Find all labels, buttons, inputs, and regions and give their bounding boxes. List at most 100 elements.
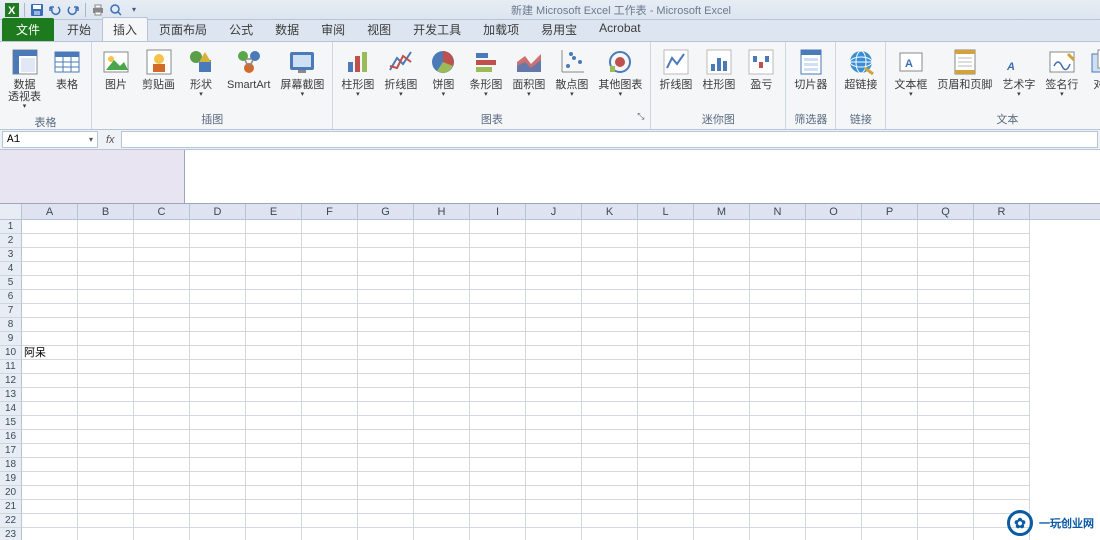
cell-O2[interactable] [806, 234, 862, 248]
cell-F17[interactable] [302, 444, 358, 458]
tab-公式[interactable]: 公式 [218, 17, 264, 41]
cell-D23[interactable] [190, 528, 246, 540]
cell-J4[interactable] [526, 262, 582, 276]
cell-L9[interactable] [638, 332, 694, 346]
tab-易用宝[interactable]: 易用宝 [530, 17, 588, 41]
cell-B14[interactable] [78, 402, 134, 416]
cell-G19[interactable] [358, 472, 414, 486]
cell-L3[interactable] [638, 248, 694, 262]
cell-B10[interactable] [78, 346, 134, 360]
cell-A11[interactable] [22, 360, 78, 374]
sparkline-line-button[interactable]: 折线图 [655, 44, 696, 93]
cell-C18[interactable] [134, 458, 190, 472]
column-header-K[interactable]: K [582, 204, 638, 219]
cell-L10[interactable] [638, 346, 694, 360]
cell-C12[interactable] [134, 374, 190, 388]
cell-G11[interactable] [358, 360, 414, 374]
cell-N20[interactable] [750, 486, 806, 500]
cell-E22[interactable] [246, 514, 302, 528]
cell-G13[interactable] [358, 388, 414, 402]
cell-R7[interactable] [974, 304, 1030, 318]
cell-N2[interactable] [750, 234, 806, 248]
cell-B5[interactable] [78, 276, 134, 290]
cell-R13[interactable] [974, 388, 1030, 402]
cell-A23[interactable] [22, 528, 78, 540]
cell-J9[interactable] [526, 332, 582, 346]
cell-O11[interactable] [806, 360, 862, 374]
cell-K23[interactable] [582, 528, 638, 540]
cell-D1[interactable] [190, 220, 246, 234]
row-header-12[interactable]: 12 [0, 374, 22, 388]
cell-E3[interactable] [246, 248, 302, 262]
cell-N6[interactable] [750, 290, 806, 304]
cell-J13[interactable] [526, 388, 582, 402]
cell-Q16[interactable] [918, 430, 974, 444]
cell-K22[interactable] [582, 514, 638, 528]
cell-N14[interactable] [750, 402, 806, 416]
cell-L19[interactable] [638, 472, 694, 486]
cell-I18[interactable] [470, 458, 526, 472]
cell-O14[interactable] [806, 402, 862, 416]
cell-A3[interactable] [22, 248, 78, 262]
pivot-table-dropdown-icon[interactable]: ▾ [23, 103, 27, 111]
cell-J15[interactable] [526, 416, 582, 430]
column-header-O[interactable]: O [806, 204, 862, 219]
tab-页面布局[interactable]: 页面布局 [148, 17, 218, 41]
cell-J7[interactable] [526, 304, 582, 318]
cell-K8[interactable] [582, 318, 638, 332]
row-header-11[interactable]: 11 [0, 360, 22, 374]
cell-M5[interactable] [694, 276, 750, 290]
cell-I4[interactable] [470, 262, 526, 276]
cell-L6[interactable] [638, 290, 694, 304]
cell-G8[interactable] [358, 318, 414, 332]
cell-I9[interactable] [470, 332, 526, 346]
cell-G16[interactable] [358, 430, 414, 444]
cell-R16[interactable] [974, 430, 1030, 444]
textbox-dropdown-icon[interactable]: ▾ [909, 91, 913, 99]
cell-A19[interactable] [22, 472, 78, 486]
cell-N8[interactable] [750, 318, 806, 332]
cell-G4[interactable] [358, 262, 414, 276]
cell-A21[interactable] [22, 500, 78, 514]
cell-M16[interactable] [694, 430, 750, 444]
cell-M14[interactable] [694, 402, 750, 416]
cell-J11[interactable] [526, 360, 582, 374]
bar-chart-dropdown-icon[interactable]: ▾ [484, 91, 488, 99]
cell-I17[interactable] [470, 444, 526, 458]
cell-M17[interactable] [694, 444, 750, 458]
cell-B19[interactable] [78, 472, 134, 486]
cell-G6[interactable] [358, 290, 414, 304]
cell-D4[interactable] [190, 262, 246, 276]
cell-C22[interactable] [134, 514, 190, 528]
cell-L7[interactable] [638, 304, 694, 318]
cell-E6[interactable] [246, 290, 302, 304]
cell-J21[interactable] [526, 500, 582, 514]
cell-P23[interactable] [862, 528, 918, 540]
cell-F19[interactable] [302, 472, 358, 486]
cell-I13[interactable] [470, 388, 526, 402]
cell-K9[interactable] [582, 332, 638, 346]
cell-F14[interactable] [302, 402, 358, 416]
cell-Q8[interactable] [918, 318, 974, 332]
cell-A17[interactable] [22, 444, 78, 458]
cell-O9[interactable] [806, 332, 862, 346]
column-chart-button[interactable]: 柱形图▾ [337, 44, 378, 101]
signature-dropdown-icon[interactable]: ▾ [1060, 91, 1064, 99]
cell-Q17[interactable] [918, 444, 974, 458]
cell-P1[interactable] [862, 220, 918, 234]
header-footer-button[interactable]: 页眉和页脚 [933, 44, 996, 93]
cell-O8[interactable] [806, 318, 862, 332]
cell-N23[interactable] [750, 528, 806, 540]
cell-K16[interactable] [582, 430, 638, 444]
cell-I19[interactable] [470, 472, 526, 486]
cell-D14[interactable] [190, 402, 246, 416]
wordart-dropdown-icon[interactable]: ▾ [1017, 91, 1021, 99]
cell-P19[interactable] [862, 472, 918, 486]
cell-R8[interactable] [974, 318, 1030, 332]
cell-O17[interactable] [806, 444, 862, 458]
table-button[interactable]: 表格 [47, 44, 87, 93]
cell-K18[interactable] [582, 458, 638, 472]
cell-K14[interactable] [582, 402, 638, 416]
cell-E17[interactable] [246, 444, 302, 458]
cell-A12[interactable] [22, 374, 78, 388]
